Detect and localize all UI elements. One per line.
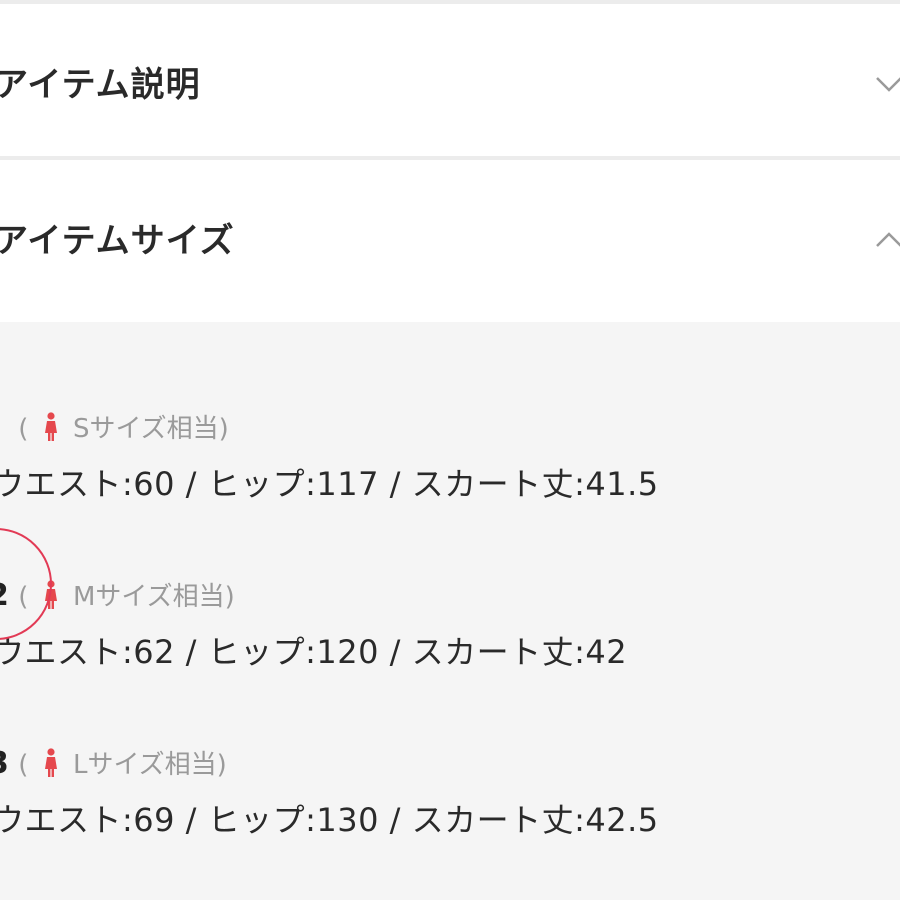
woman-figure-icon (44, 412, 57, 441)
chevron-down-icon (876, 77, 900, 92)
section-title: アイテム説明 (0, 65, 201, 105)
size-heading: 3 ( Lサイズ相当) (0, 748, 227, 779)
woman-figure-icon (44, 748, 57, 777)
size-heading: ( Sサイズ相当) (0, 412, 229, 442)
size-paren: ( (18, 750, 29, 780)
size-equivalent: Mサイズ相当) (72, 582, 235, 612)
size-detail: ウエスト:60 / ヒップ:117 / スカート丈:41.5 (0, 465, 659, 503)
size-equivalent: Lサイズ相当) (72, 750, 227, 780)
size-paren: ( (18, 414, 29, 444)
size-number: 3 (0, 749, 10, 779)
accordion-item-description[interactable]: アイテム説明 (0, 4, 900, 156)
size-equivalent: Sサイズ相当) (72, 414, 229, 444)
accordion-item-size[interactable]: アイテムサイズ (0, 160, 900, 322)
size-detail: ウエスト:69 / ヒップ:130 / スカート丈:42.5 (0, 801, 659, 839)
page: アイテム説明 アイテムサイズ ( Sサイズ相当) ウエスト:60 / ヒップ:1… (0, 0, 900, 900)
chevron-up-icon (876, 232, 900, 247)
size-detail: ウエスト:62 / ヒップ:120 / スカート丈:42 (0, 633, 628, 671)
section-title: アイテムサイズ (0, 221, 235, 261)
